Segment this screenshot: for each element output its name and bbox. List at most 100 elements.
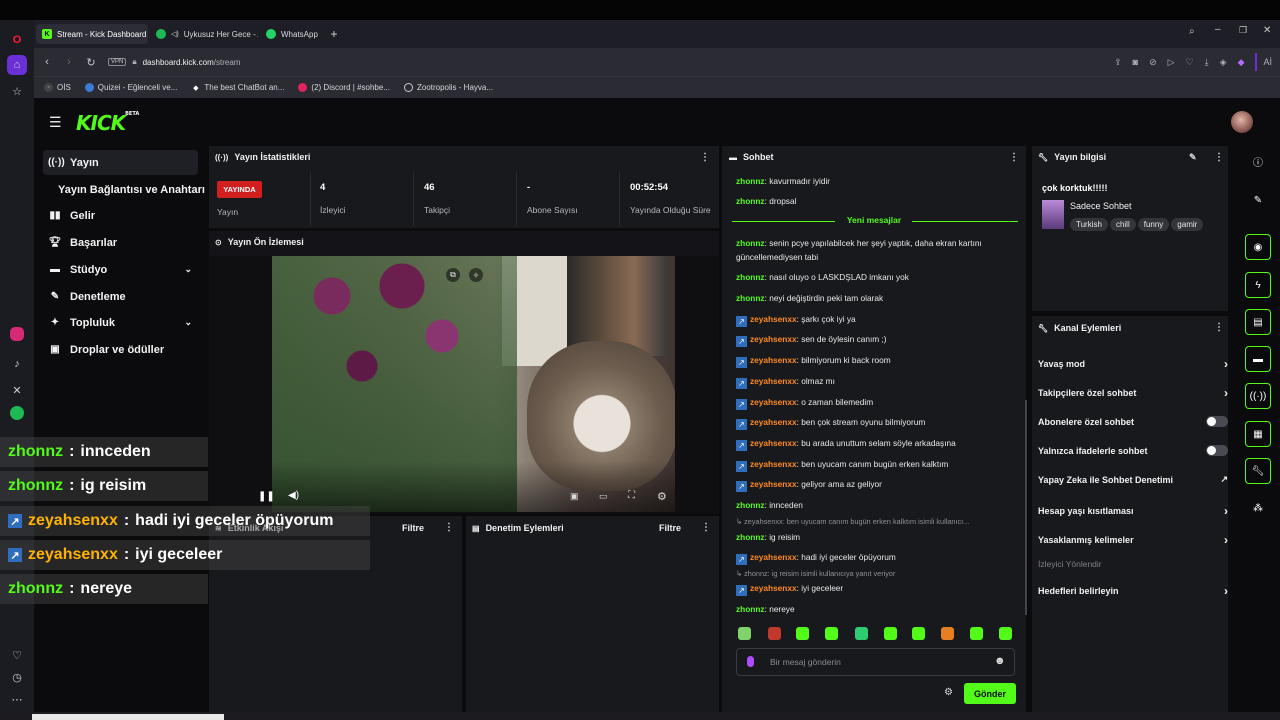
stream-video-preview[interactable]	[272, 256, 675, 512]
chat-message[interactable]: zhonnz: nereye	[736, 602, 1021, 616]
restore-icon[interactable]: ❐	[1239, 25, 1247, 36]
camera-icon[interactable]: ◙	[1133, 57, 1138, 67]
mod-menu-icon[interactable]: ⋮	[701, 522, 711, 533]
chat-message[interactable]: ↗ zeyahsenxx: hadi iyi geceler öpüyorum	[736, 550, 1021, 565]
minimize-icon[interactable]: –	[1215, 24, 1221, 35]
mod-filter-button[interactable]: Filtre	[659, 523, 681, 533]
download-icon[interactable]: ⤓	[1205, 57, 1209, 68]
chat-username[interactable]: zhonnz	[736, 272, 765, 282]
broadcast-icon[interactable]: ((·))	[1245, 383, 1271, 409]
chat-username[interactable]: zeyahsenxx	[750, 583, 797, 593]
tab-spotify[interactable]: ◁) Uykusuz Her Gece - A	[150, 24, 258, 44]
chat-settings-icon[interactable]: ⚙	[944, 687, 953, 698]
new-tab-button[interactable]: +	[322, 24, 346, 44]
tab-stream-dashboard[interactable]: K Stream - Kick Dashboard	[36, 24, 148, 44]
nav-item-stream-key[interactable]: Yayın Bağlantısı ve Anahtarı	[43, 177, 208, 202]
emote-icon[interactable]	[825, 627, 838, 640]
chat-username[interactable]: zeyahsenxx	[750, 417, 797, 427]
chat-message[interactable]: ↗ zeyahsenxx: geliyor ama az geliyor	[736, 477, 1021, 492]
chat-username[interactable]: zeyahsenxx	[750, 355, 797, 365]
emote-icon[interactable]	[912, 627, 925, 640]
emote-icon[interactable]	[941, 627, 954, 640]
bookmark-zootropolis[interactable]: Zootropolis - Hayva...	[403, 83, 493, 92]
emotes-only-toggle[interactable]	[1206, 445, 1228, 456]
stats-menu-icon[interactable]: ⋮	[700, 152, 710, 163]
chat-menu-icon[interactable]: ⋮	[1009, 152, 1019, 163]
emote-icon[interactable]	[970, 627, 983, 640]
emote-icon[interactable]	[796, 627, 809, 640]
kick-logo[interactable]: KICKBETA	[76, 111, 139, 135]
chat-username[interactable]: zhonnz	[736, 176, 765, 186]
chat-icon[interactable]: ▬	[1245, 346, 1271, 372]
chat-message[interactable]: ↗ zeyahsenxx: ben çok stream oyunu bilmiy…	[736, 415, 1021, 430]
emote-icon[interactable]	[768, 627, 781, 640]
forward-icon[interactable]: ›	[60, 56, 78, 68]
home-icon[interactable]: ⌂	[7, 55, 27, 75]
wallet-icon[interactable]: ◆	[1238, 57, 1245, 68]
player-icon[interactable]: ▷	[1168, 57, 1175, 68]
more-icon[interactable]: ⋯	[7, 689, 27, 709]
tiktok-icon[interactable]: ♪	[7, 354, 27, 374]
chat-scrollbar[interactable]	[1025, 400, 1027, 615]
activity-menu-icon[interactable]: ⋮	[444, 522, 454, 533]
chat-username[interactable]: zeyahsenxx	[750, 459, 797, 469]
chat-message[interactable]: zhonnz: senin pcye yapılabilcek her şeyi…	[736, 236, 1021, 264]
nav-item-denetleme[interactable]: ✎ Denetleme	[43, 284, 198, 309]
nav-item-topluluk[interactable]: ✦ Topluluk ⌄	[43, 310, 198, 335]
theater-icon[interactable]: ▭	[599, 491, 608, 502]
settings-icon[interactable]: ⚙	[657, 490, 667, 503]
wrench-icon[interactable]: 🔧︎	[1245, 458, 1271, 484]
nav-item-yayin[interactable]: ((·)) Yayın	[43, 150, 198, 175]
history-icon[interactable]: ◷	[7, 667, 27, 687]
chat-message[interactable]: zhonnz: nasıl oluyo o LASKDŞLAD imkanı y…	[736, 270, 1021, 284]
bookmark-chatbot[interactable]: ◆ The best ChatBot an...	[191, 83, 284, 92]
adblock-icon[interactable]: ⊘	[1149, 57, 1157, 68]
bookmark-quizei[interactable]: Quizei - Eğlenceli ve...	[84, 83, 177, 92]
lightning-icon[interactable]: ϟ	[1245, 272, 1271, 298]
chat-username[interactable]: zeyahsenxx	[750, 376, 797, 386]
chat-username[interactable]: zhonnz	[736, 500, 765, 510]
emote-icon[interactable]	[738, 627, 751, 640]
chat-message[interactable]: ↗ zeyahsenxx: bilmiyorum ki back room	[736, 353, 1021, 368]
stream-info-menu-icon[interactable]: ⋮	[1214, 152, 1224, 163]
volume-icon[interactable]: ◀)	[288, 490, 299, 501]
extensions-icon[interactable]: ◈	[1220, 57, 1227, 68]
edit-icon[interactable]: ✎	[1189, 152, 1197, 163]
nav-item-studyo[interactable]: ▬ Stüdyo ⌄	[43, 257, 198, 282]
chat-message[interactable]: zhonnz: ig reisim	[736, 530, 1021, 544]
action-slow-mode[interactable]: Yavaş mod ›	[1038, 357, 1228, 371]
nav-item-basarilar[interactable]: 🏆︎ Başarılar	[43, 230, 198, 255]
pause-icon[interactable]: ❚❚	[258, 491, 275, 502]
edit-icon[interactable]: ✎	[1245, 187, 1271, 213]
url-field[interactable]: VPN 🔒︎ dashboard.kick.com/stream	[108, 52, 1114, 72]
pip-icon[interactable]: ▣	[570, 491, 579, 502]
chat-username[interactable]: zeyahsenxx	[750, 438, 797, 448]
action-account-age[interactable]: Hesap yaşı kısıtlaması ›	[1038, 504, 1228, 518]
chat-message[interactable]: ↗ zeyahsenxx: bu arada unuttum selam söyl…	[736, 436, 1021, 451]
taskbar-item[interactable]	[32, 714, 224, 720]
camera-icon[interactable]: ◉	[1245, 234, 1271, 260]
apps-icon[interactable]: ⁂	[1245, 495, 1271, 521]
chat-message[interactable]: ↗ zeyahsenxx: ben uyucam canım bugün erke…	[736, 457, 1021, 472]
vpn-badge[interactable]: VPN	[108, 58, 127, 66]
info-icon[interactable]: ⓘ	[1245, 148, 1271, 174]
hamburger-menu-icon[interactable]: ☰	[49, 114, 62, 131]
channel-actions-menu-icon[interactable]: ⋮	[1214, 322, 1224, 333]
x-icon[interactable]: ✕	[7, 380, 27, 400]
close-window-icon[interactable]: ✕	[1263, 25, 1271, 36]
chat-username[interactable]: zhonnz	[736, 196, 765, 206]
subscribers-only-toggle[interactable]	[1206, 416, 1228, 427]
emote-icon[interactable]	[884, 627, 897, 640]
chat-username[interactable]: zeyahsenxx	[750, 397, 797, 407]
chat-message[interactable]: ↗ zeyahsenxx: şarkı çok iyi ya	[736, 312, 1021, 327]
heart-icon[interactable]: ♡	[7, 645, 27, 665]
chat-username[interactable]: zeyahsenxx	[750, 552, 797, 562]
chat-message[interactable]: ↗ zeyahsenxx: olmaz mı	[736, 374, 1021, 389]
favorite-icon[interactable]: ♡	[1186, 57, 1194, 68]
opera-logo-icon[interactable]: O	[7, 30, 27, 50]
avatar[interactable]	[1231, 111, 1253, 133]
ai-button[interactable]: Aİ	[1263, 57, 1272, 67]
search-tabs-icon[interactable]: ⌕	[1189, 26, 1195, 37]
chat-username[interactable]: zeyahsenxx	[750, 314, 797, 324]
nav-item-droplar[interactable]: ▣ Droplar ve ödüller	[43, 337, 198, 362]
